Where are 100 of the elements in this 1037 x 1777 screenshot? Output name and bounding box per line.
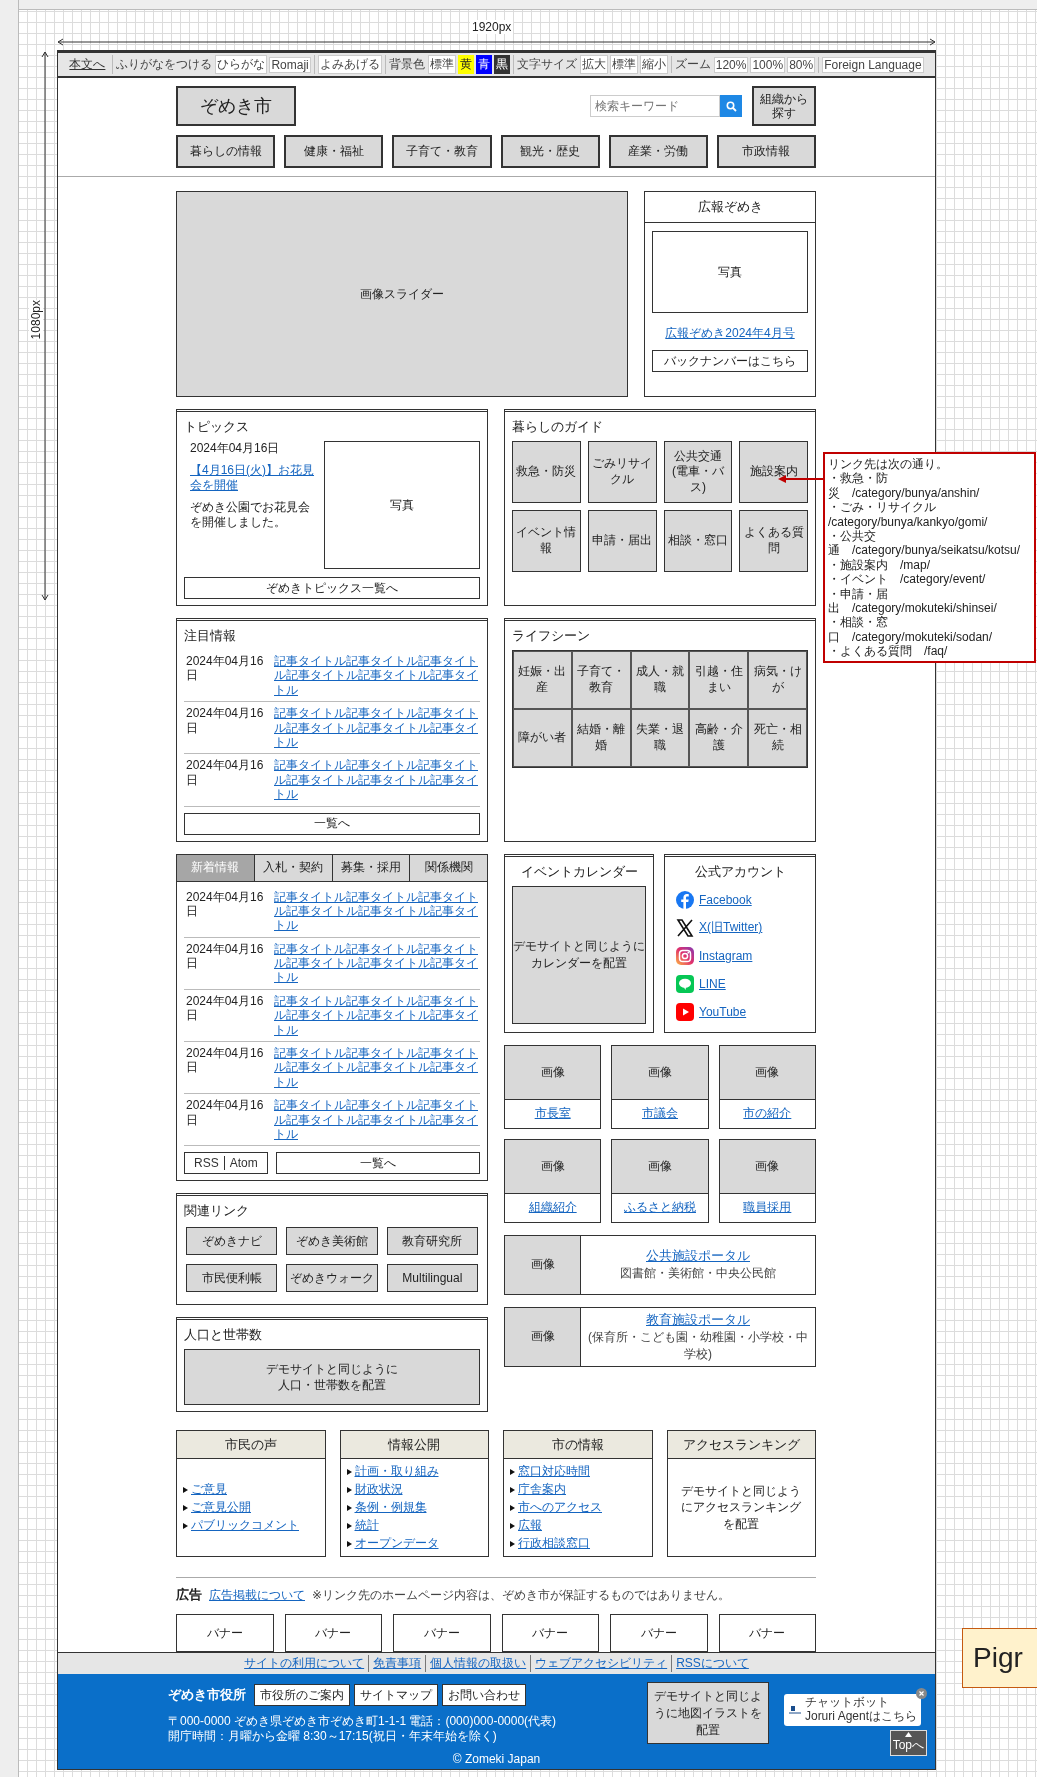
banner[interactable]: バナー [501,1614,599,1653]
color-option[interactable]: 黒 [493,55,510,74]
section-link[interactable]: 計画・取り組み [354,1463,439,1481]
social-link[interactable]: X(旧Twitter) [699,919,763,936]
tile-link[interactable]: 市の紹介 [743,1105,792,1122]
topics-list-button[interactable]: ぞめきトピックス一覧へ [184,577,480,599]
back-number-button[interactable]: バックナンバーはこちら [652,350,808,372]
guide-button[interactable]: ごみリサイクル [587,441,657,503]
portal-link[interactable]: 公共施設ポータル [646,1247,750,1265]
guide-button[interactable]: よくある質問 [739,510,808,572]
chatbot-banner[interactable]: チャットボット Joruri Agentはこちら [783,1694,921,1726]
magazine-link[interactable]: 広報ぞめき2024年4月号 [652,325,808,342]
footer-link[interactable]: ウェブアクセシビリティ [530,1655,672,1673]
toolbar-option[interactable]: 120% [713,56,749,73]
footer-link[interactable]: サイトの利用について [240,1655,369,1673]
tile-link[interactable]: 組織紹介 [528,1199,577,1216]
search-field[interactable]: 検索キーワード [590,95,720,117]
guide-button[interactable]: 申請・届出 [587,510,657,572]
guide-button[interactable]: 施設案内 [739,441,808,503]
toolbar-option[interactable]: ひらがな [215,55,268,74]
article-link[interactable]: 記事タイトル記事タイトル記事タイトル記事タイトル記事タイトル記事タイトル [274,706,478,750]
color-option[interactable]: 青 [475,55,492,74]
guide-button[interactable]: 相談・窓口 [663,510,733,572]
section-link[interactable]: 市へのアクセス [518,1499,602,1517]
banner[interactable]: バナー [284,1614,382,1653]
article-link[interactable]: 記事タイトル記事タイトル記事タイトル記事タイトル記事タイトル記事タイトル [274,889,478,933]
banner[interactable]: バナー [176,1614,274,1653]
topic-link[interactable]: 【4月16日(火)】お花見会を開催 [190,462,316,494]
article-link[interactable]: 記事タイトル記事タイトル記事タイトル記事タイトル記事タイトル記事タイトル [274,1046,478,1090]
tile-link[interactable]: ふるさと納税 [624,1199,696,1216]
article-link[interactable]: 記事タイトル記事タイトル記事タイトル記事タイトル記事タイトル記事タイトル [274,758,478,802]
section-link[interactable]: 広報 [518,1517,542,1535]
nav-button[interactable]: 健康・福祉 [284,135,384,168]
related-link-button[interactable]: ぞめきウォーク [286,1264,378,1293]
related-link-button[interactable]: ぞめき美術館 [286,1227,378,1256]
skip-link[interactable]: 本文へ [69,56,106,73]
news-tab[interactable]: 関係機関 [410,854,487,881]
social-link[interactable]: LINE [699,976,726,991]
footer-button[interactable]: お問い合わせ [442,1684,526,1707]
article-link[interactable]: 記事タイトル記事タイトル記事タイトル記事タイトル記事タイトル記事タイトル [274,654,478,698]
nav-button[interactable]: 子育て・教育 [392,135,492,168]
toolbar-option[interactable]: Romaji [269,56,311,73]
toolbar-option[interactable]: 拡大 [579,55,608,74]
feed-link[interactable]: RSS [189,1156,224,1171]
search-button[interactable] [720,95,742,117]
nav-button[interactable]: 観光・歴史 [500,135,600,168]
footer-link[interactable]: RSSについて [671,1655,753,1673]
tile-link[interactable]: 市議会 [642,1105,678,1122]
section-link[interactable]: パブリックコメント [191,1517,299,1535]
life-scene-button[interactable]: 結婚・離婚 [571,709,631,767]
feed-link[interactable]: Atom [223,1156,263,1171]
life-scene-button[interactable]: 妊娠・出産 [513,651,572,709]
site-logo[interactable]: ぞめき市 [176,86,296,126]
life-scene-button[interactable]: 死亡・相続 [748,709,807,767]
footer-link[interactable]: 個人情報の取扱い [425,1655,531,1673]
social-link[interactable]: YouTube [699,1004,747,1019]
related-link-button[interactable]: 教育研究所 [386,1227,478,1256]
toolbar-option[interactable]: 標準 [427,55,456,74]
section-link[interactable]: オープンデータ [354,1535,439,1553]
tile-link[interactable]: 市長室 [534,1105,571,1122]
life-scene-button[interactable]: 子育て・教育 [571,651,631,709]
footer-link[interactable]: 免責事項 [368,1655,426,1673]
news-tab[interactable]: 募集・採用 [332,854,411,881]
related-link-button[interactable]: ぞめきナビ [186,1227,278,1256]
portal-link[interactable]: 教育施設ポータル [646,1310,750,1329]
life-scene-button[interactable]: 引越・住まい [689,651,749,709]
social-link[interactable]: Facebook [699,892,752,907]
banner[interactable]: バナー [610,1614,708,1653]
life-scene-button[interactable]: 障がい者 [513,709,572,767]
toolbar-option[interactable]: 標準 [609,55,638,74]
list-button[interactable]: 一覧へ [275,1152,480,1175]
section-link[interactable]: 統計 [354,1517,379,1535]
section-link[interactable]: 庁舎案内 [518,1481,566,1499]
toolbar-option[interactable]: Foreign Language [822,56,924,73]
related-link-button[interactable]: 市民便利帳 [186,1264,278,1293]
life-scene-button[interactable]: 高齢・介護 [689,709,749,767]
toolbar-option[interactable]: 100% [750,56,786,73]
color-option[interactable]: 黄 [457,55,474,74]
guide-button[interactable]: イベント情報 [512,510,581,572]
banner[interactable]: バナー [393,1614,491,1653]
section-link[interactable]: ご意見 [191,1481,227,1499]
life-scene-button[interactable]: 病気・けが [748,651,807,709]
section-link[interactable]: 行政相談窓口 [518,1535,590,1553]
nav-button[interactable]: 市政情報 [716,135,817,168]
life-scene-button[interactable]: 失業・退職 [630,709,690,767]
footer-button[interactable]: サイトマップ [354,1684,438,1707]
org-search-button[interactable]: 組織から探す [752,86,816,126]
guide-button[interactable]: 公共交通(電車・バス) [663,441,733,503]
toolbar-option[interactable]: 縮小 [639,55,668,74]
section-link[interactable]: 財政状況 [354,1481,403,1499]
guide-button[interactable]: 救急・防災 [512,441,581,503]
section-link[interactable]: ご意見公開 [191,1499,251,1517]
article-link[interactable]: 記事タイトル記事タイトル記事タイトル記事タイトル記事タイトル記事タイトル [274,1098,478,1142]
toolbar-option[interactable]: よみあげる [317,55,382,74]
list-button[interactable]: 一覧へ [184,812,480,835]
article-link[interactable]: 記事タイトル記事タイトル記事タイトル記事タイトル記事タイトル記事タイトル [274,993,478,1038]
back-to-top-button[interactable]: Topへ [889,1729,927,1756]
banner[interactable]: バナー [718,1614,816,1653]
life-scene-button[interactable]: 成人・就職 [630,651,690,709]
section-link[interactable]: 条例・例規集 [354,1499,427,1517]
